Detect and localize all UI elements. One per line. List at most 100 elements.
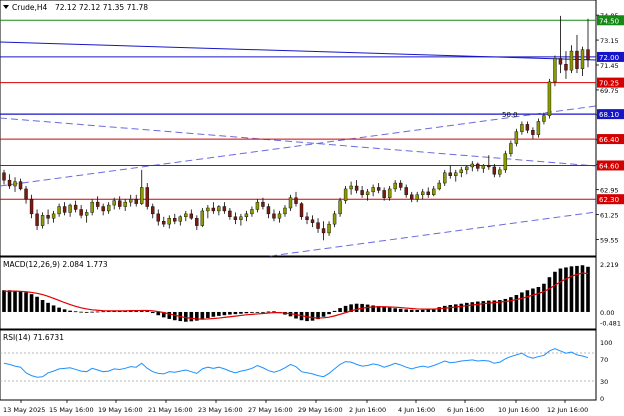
time-tick-label: 12 Jun 16:00: [547, 406, 588, 414]
time-tick-label: 15 May 16:00: [49, 406, 94, 414]
candle-body: [354, 185, 359, 191]
macd-bar: [547, 277, 552, 312]
macd-bar: [90, 311, 94, 313]
candle-body: [90, 201, 94, 213]
macd-bar: [426, 309, 431, 312]
candle-body: [62, 206, 67, 213]
candle-body: [448, 172, 452, 176]
macd-bar: [343, 305, 348, 312]
macd-bar: [84, 311, 89, 313]
candle-body: [481, 165, 486, 169]
candle-body: [520, 124, 524, 132]
level-label: 64.60: [599, 162, 619, 170]
candle-body: [404, 187, 408, 195]
candle-body: [255, 201, 260, 210]
time-tick-label: 21 May 16:00: [148, 406, 193, 414]
candle-body: [106, 204, 111, 212]
candle-body: [184, 213, 188, 218]
candle-body: [376, 187, 381, 191]
macd-bar: [51, 305, 56, 312]
rsi-tick-label: 100: [600, 339, 612, 347]
candle-body: [156, 213, 160, 222]
macd-bar: [531, 288, 535, 312]
time-tick-label: 29 May 16:00: [298, 406, 343, 414]
macd-bar: [266, 311, 271, 313]
candle-body: [569, 50, 574, 71]
candle-body: [503, 153, 508, 171]
candle-body: [492, 166, 497, 175]
candle-body: [426, 191, 430, 196]
macd-bar: [272, 311, 276, 313]
fib-annotation: 50.0: [502, 111, 518, 119]
time-tick-label: 4 Jun 16:00: [398, 406, 435, 414]
candle-body: [239, 216, 243, 220]
macd-bar: [354, 303, 359, 312]
macd-bar: [420, 309, 425, 312]
macd-bar: [553, 271, 557, 312]
macd-bar: [321, 311, 326, 317]
candle-body: [250, 209, 254, 215]
candle-body: [101, 206, 105, 212]
macd-bar: [564, 267, 568, 312]
candle-body: [13, 181, 17, 187]
macd-bar: [448, 305, 453, 312]
candle-body: [553, 58, 557, 83]
candle-body: [398, 182, 403, 188]
macd-bar: [470, 302, 475, 312]
candle-body: [266, 206, 271, 215]
candle-body: [498, 169, 502, 175]
macd-bar: [525, 290, 530, 312]
macd-bar: [250, 311, 254, 313]
candle-body: [547, 81, 552, 116]
candle-body: [558, 58, 563, 65]
candle-body: [299, 203, 304, 218]
candle-body: [564, 64, 568, 71]
macd-bar: [327, 311, 331, 315]
time-tick-label: 13 May 2025: [3, 406, 45, 414]
macd-bar: [393, 308, 397, 312]
macd-bar: [310, 311, 315, 321]
macd-bar: [228, 311, 232, 315]
candle-body: [470, 163, 475, 168]
candle-body: [487, 165, 491, 168]
candle-body: [536, 121, 541, 135]
macd-bar: [520, 292, 524, 312]
macd-bar: [415, 310, 420, 312]
macd-bar: [244, 311, 249, 314]
time-tick-label: 6 Jun 16:00: [447, 406, 484, 414]
candle-body: [173, 218, 177, 222]
price-tick-label: 71.45: [600, 62, 619, 70]
macd-bar: [464, 302, 469, 312]
candle-body: [112, 200, 116, 206]
candle-body: [316, 222, 320, 229]
rsi-panel: [0, 329, 597, 401]
macd-bar: [233, 311, 238, 315]
rsi-title: RSI(14) 71.6731: [3, 333, 64, 342]
candle-body: [217, 206, 221, 212]
macd-bar: [13, 290, 17, 312]
candle-body: [443, 172, 447, 184]
macd-bar: [222, 311, 227, 316]
level-label: 62.30: [599, 196, 619, 204]
candle-body: [437, 182, 441, 190]
candle-body: [95, 201, 100, 207]
macd-bar: [558, 268, 563, 312]
candle-body: [393, 182, 397, 190]
candle-body: [18, 181, 23, 190]
time-tick-label: 27 May 16:00: [248, 406, 293, 414]
time-tick-label: 19 May 16:00: [98, 406, 143, 414]
candle-body: [140, 187, 144, 204]
candle-body: [343, 188, 348, 201]
time-tick-label: 10 Jun 16:00: [498, 406, 539, 414]
candle-body: [586, 49, 590, 61]
level-label: 70.25: [599, 80, 619, 88]
macd-bar: [481, 301, 486, 312]
macd-bar: [514, 295, 519, 312]
macd-bar: [40, 300, 45, 312]
candle-body: [24, 188, 28, 200]
candle-body: [459, 169, 463, 174]
macd-bar: [332, 310, 337, 312]
macd-bar: [536, 286, 541, 312]
macd-bar: [453, 304, 458, 312]
macd-bar: [217, 311, 221, 316]
